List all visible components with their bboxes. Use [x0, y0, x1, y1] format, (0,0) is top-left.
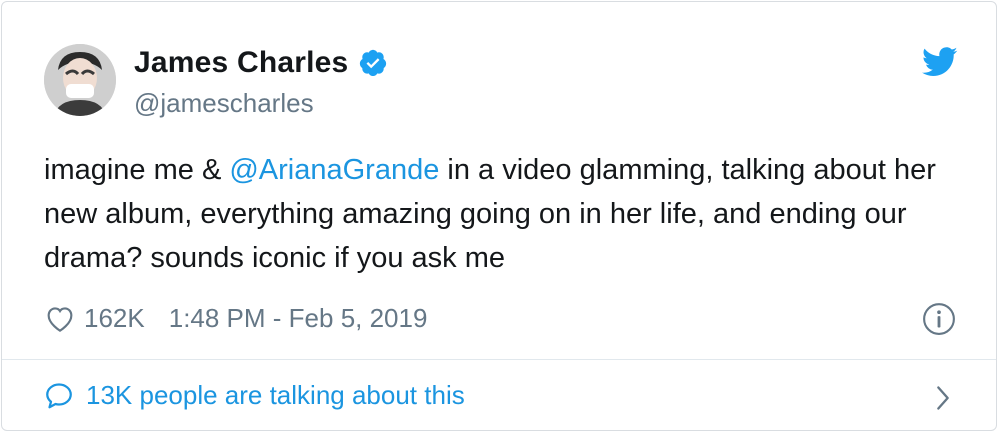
tweet-text-part1: imagine me &: [44, 154, 230, 186]
author-row: James Charles: [134, 46, 388, 80]
author-name[interactable]: James Charles: [134, 46, 348, 80]
meta-row: 162K 1:48 PM - Feb 5, 2019: [44, 300, 427, 336]
author-handle[interactable]: @jamescharles: [134, 88, 314, 119]
avatar-image: [44, 44, 116, 116]
twitter-bird-icon[interactable]: [922, 46, 958, 78]
chevron-right-icon[interactable]: [932, 384, 954, 412]
like-count[interactable]: 162K: [84, 303, 145, 334]
verified-badge-icon: [360, 49, 387, 77]
conversation-label: 13K people are talking about this: [86, 380, 465, 410]
divider: [2, 359, 996, 360]
timestamp[interactable]: 1:48 PM - Feb 5, 2019: [169, 303, 428, 334]
heart-icon[interactable]: [44, 303, 76, 333]
tweet-card: James Charles @jamescharles imagine me &…: [1, 1, 997, 431]
info-icon[interactable]: [922, 302, 956, 336]
avatar[interactable]: [44, 44, 116, 116]
tweet-text: imagine me & @ArianaGrande in a video gl…: [44, 148, 944, 280]
conversation-link[interactable]: 13K people are talking about this: [44, 380, 465, 411]
speech-bubble-icon: [46, 382, 72, 408]
mention-link[interactable]: @ArianaGrande: [229, 154, 439, 186]
